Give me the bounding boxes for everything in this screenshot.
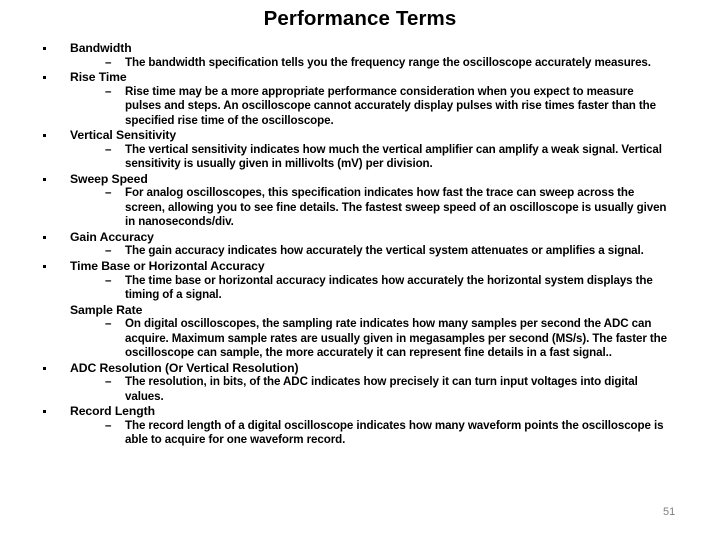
- square-bullet-icon: [43, 47, 46, 50]
- bullet-item-level1-label: Bandwidth: [70, 41, 132, 55]
- square-bullet-icon: [43, 134, 46, 138]
- square-bullet-icon: [43, 235, 46, 239]
- square-bullet-icon: [43, 76, 46, 80]
- bullet-item-level2-text: Rise time may be a more appropriate perf…: [125, 84, 656, 127]
- dash-bullet-icon: –: [105, 418, 112, 432]
- bullet-item-level1: Record Length: [40, 404, 672, 419]
- bullet-item-level1: Rise Time: [40, 70, 672, 85]
- bullet-item-level2: – For analog oscilloscopes, this specific…: [105, 186, 672, 230]
- bullet-item-level2-text: For analog oscilloscopes, this specifica…: [125, 186, 667, 229]
- dash-bullet-icon: –: [105, 375, 112, 389]
- bullet-item-level2-text: The record length of a digital oscillosc…: [125, 418, 664, 447]
- page-title: Performance Terms: [263, 7, 457, 30]
- bullet-item-level2: – The record length of a digital oscillos…: [105, 419, 672, 448]
- page-number: 51: [663, 506, 676, 518]
- square-bullet-icon: [43, 177, 46, 181]
- bullet-item-level2: – The bandwidth specification tells you t…: [105, 56, 672, 71]
- bullet-item-level1-label: Gain Accuracy: [70, 229, 154, 244]
- bullet-item-level1-label: Sweep Speed: [70, 171, 148, 186]
- slide-canvas: Performance Terms Bandwidth – The bandwidt…: [0, 0, 720, 540]
- bullet-item-level1: Sample Rate: [40, 303, 672, 318]
- bullet-item-level1-label: Sample Rate: [70, 302, 143, 317]
- bullet-item-level2-text: On digital oscilloscopes, the sampling r…: [125, 317, 667, 360]
- dash-bullet-icon: –: [105, 84, 112, 98]
- bullet-list: Bandwidth – The bandwidth specification te…: [40, 41, 672, 448]
- bullet-item-level1: Time Base or Horizontal Accuracy: [40, 259, 672, 274]
- bullet-item-level2-text: The vertical sensitivity indicates how m…: [125, 142, 662, 171]
- bullet-item-level2: – The gain accuracy indicates how accurat…: [105, 244, 672, 259]
- dash-bullet-icon: –: [105, 186, 112, 200]
- bullet-item-level2-text: The resolution, in bits, of the ADC indi…: [125, 375, 638, 403]
- bullet-item-level1: Vertical Sensitivity: [40, 128, 672, 143]
- dash-bullet-icon: –: [105, 142, 112, 156]
- bullet-item-level2: – The time base or horizontal accuracy in…: [105, 274, 672, 303]
- bullet-item-level1-label: Record Length: [70, 404, 155, 419]
- bullet-item-level2-text: The bandwidth specification tells you th…: [125, 55, 651, 69]
- square-bullet-icon: [43, 264, 46, 268]
- bullet-item-level2-text: The time base or horizontal accuracy ind…: [125, 273, 653, 302]
- bullet-item-level2-text: The gain accuracy indicates how accurate…: [125, 244, 644, 258]
- bullet-item-level1-label: Time Base or Horizontal Accuracy: [70, 258, 265, 273]
- bullet-item-level1: Bandwidth: [40, 41, 672, 56]
- bullet-item-level1: Gain Accuracy: [40, 230, 672, 245]
- dash-bullet-icon: –: [105, 273, 112, 287]
- bullet-item-level2: – The resolution, in bits, of the ADC ind…: [105, 375, 672, 404]
- bullet-item-level2: – The vertical sensitivity indicates how …: [105, 143, 672, 172]
- dash-bullet-icon: –: [105, 317, 112, 331]
- dash-bullet-icon: –: [105, 244, 112, 258]
- bullet-item-level1-label: Rise Time: [70, 70, 127, 85]
- bullet-item-level1: Sweep Speed: [40, 172, 672, 187]
- bullet-item-level1-label: ADC Resolution (Or Vertical Resolution): [70, 360, 299, 375]
- bullet-item-level2: – On digital oscilloscopes, the sampling …: [105, 317, 672, 361]
- bullet-item-level2: – Rise time may be a more appropriate per…: [105, 85, 672, 129]
- dash-bullet-icon: –: [105, 55, 112, 69]
- bullet-item-level1: ADC Resolution (Or Vertical Resolution): [40, 361, 672, 376]
- square-bullet-icon: [43, 410, 46, 414]
- square-bullet-icon: [43, 366, 46, 370]
- bullet-item-level1-label: Vertical Sensitivity: [70, 128, 177, 143]
